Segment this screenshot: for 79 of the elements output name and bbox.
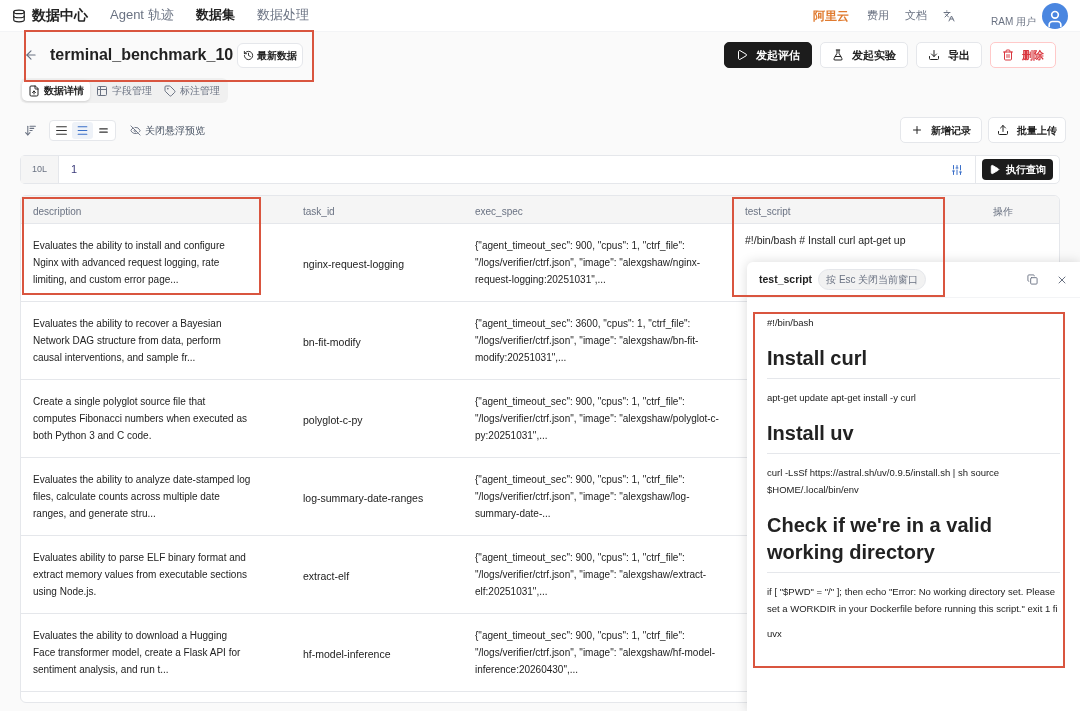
popup-title: test_script [759,271,813,287]
description-cell-text: Evaluates the ability to download a Hugging Face transformer model, create a Flask API for sentiment analysis, and run t... [33,629,242,677]
upload-icon [997,124,1009,136]
description-cell-text: Evaluates the ability to recover a Bayesian Network DAG structure from data, perform causal interventions, and sample fr... [33,317,223,365]
exec-spec-cell-text: {"agent_timeout_sec": 900, "cpus": 1, "ctrf_file": "/logs/verifier/ctrf.json", "image": "alexgshaw/nginx-request-logging:20251031",... [475,239,702,287]
sort-icon[interactable] [24,123,37,137]
script-text: curl -LsSf https://astral.sh/uv/0.9.5/install.sh | sh source $HOME/.local/bin/env [767,466,1001,497]
column-header: 操作 [992,205,1013,217]
run-query-button[interactable]: 执行查询 [982,159,1053,180]
action-button[interactable]: 导出 [916,42,982,68]
upload-button[interactable]: 批量上传 [988,117,1066,143]
brand-title: 数据中心 [32,6,88,25]
script-heading: Check if we're in a valid working directory [767,513,993,565]
column-header: exec_spec [475,205,523,217]
user-icon [1045,8,1065,29]
copy-icon[interactable] [1027,274,1038,285]
exec-spec-cell-text: {"agent_timeout_sec": 900, "cpus": 1, "ctrf_file": "/logs/verifier/ctrf.json", "image": "alexgshaw/log-summary-date-... [475,473,691,521]
exec-spec-cell-text: {"agent_timeout_sec": 900, "cpus": 1, "ctrf_file": "/logs/verifier/ctrf.json", "image": "alexgshaw/extract-elf:20251031",... [475,551,708,599]
back-icon[interactable] [24,48,38,62]
plus-icon [911,124,923,136]
limit-label: 10L [21,156,59,183]
description-cell-text: Evaluates the ability to analyze date-stamped log files, calculate counts across multiple date ranges, and generate stru... [33,473,251,521]
play-icon [736,49,748,61]
script-heading: Install curl [767,346,869,371]
eye-off-icon[interactable] [130,124,141,136]
subtab[interactable]: 数据详情 [22,80,90,101]
add-record-button[interactable]: 新增记录 [900,117,982,143]
test-script-cell-text: #!/bin/bash # Install curl apt-get up [745,233,907,248]
table-icon [96,84,108,97]
database-icon [12,8,26,23]
task-id-cell: hf-model-inference [303,647,391,660]
task-id-cell: log-summary-date-ranges [303,491,424,504]
subtab[interactable]: 标注管理 [158,80,226,101]
script-heading: Install uv [767,421,855,446]
download-icon [928,49,940,61]
avatar[interactable] [1042,2,1068,29]
column-header: description [33,205,82,217]
flask-icon [832,49,844,61]
trash-icon [1002,49,1014,61]
lines-icon [76,123,89,137]
exec-spec-cell-text: {"agent_timeout_sec": 3600, "cpus": 1, "ctrf_file": "/logs/verifier/ctrf.json", "image": "alexgshaw/bn-fit-modify:20251031",... [475,317,700,365]
play-icon [989,164,1000,175]
task-id-cell: nginx-request-logging [303,257,404,270]
nav-link[interactable]: 文档 [905,7,927,24]
exec-spec-cell-text: {"agent_timeout_sec": 900, "cpus": 1, "ctrf_file": "/logs/verifier/ctrf.json", "image": "alexgshaw/polyglot-c-py:20251031",... [475,395,720,443]
column-header: test_script [745,205,791,217]
action-button[interactable]: 发起评估 [724,42,812,68]
subtab[interactable]: 字段管理 [90,80,158,101]
column-header: task_id [303,205,335,217]
esc-hint: 按 Esc 关闭当前窗口 [818,269,927,290]
file-icon [28,84,40,97]
task-id-cell: extract-elf [303,569,350,582]
nav-link[interactable]: 费用 [867,7,889,24]
task-id-cell: polyglot-c-py [303,413,363,426]
action-button[interactable]: 删除 [990,42,1056,68]
task-id-cell: bn-fit-modify [303,335,361,348]
query-editor[interactable]: 1 [59,156,976,183]
nav-tab[interactable]: 数据集 [195,0,235,33]
line-content: 1 [71,162,78,178]
description-cell-text: Create a single polyglot source file that computes Fibonacci numbers when executed as both Python 3 and C code. [33,395,248,443]
sliders-icon[interactable] [951,163,963,176]
lines-icon [55,123,68,137]
action-button[interactable]: 发起实验 [820,42,908,68]
version-button[interactable]: 最新数据 [237,42,304,68]
history-icon [243,49,255,61]
exec-spec-cell-text: {"agent_timeout_sec": 900, "cpus": 1, "ctrf_file": "/logs/verifier/ctrf.json", "image": "alexgshaw/hf-model-inference:20260430",... [475,629,717,677]
script-text: uvx [767,627,783,641]
dataset-title: terminal_benchmark_10 [50,45,234,65]
tag-icon [164,84,176,97]
description-cell-text: Evaluates ability to parse ELF binary format and extract memory values from executable sections using Node.js. [33,551,248,599]
hover-preview-toggle[interactable]: 关闭悬浮预览 [145,122,205,138]
user-name: RAM 用户 [991,15,1036,29]
script-text: #!/bin/bash [767,316,815,330]
language-icon[interactable] [943,9,955,22]
script-text: if [ "$PWD" = "/" ]; then echo "Error: No working directory set. Please set a WORKDIR in your Dockerfile before running this script." exit 1 fi [767,585,1059,616]
description-cell-text: Evaluates the ability to install and configure Nginx with advanced request logging, rate limiting, and custom error page... [33,239,226,287]
nav-tab[interactable]: Agent 轨迹 [110,0,174,33]
nav-tab[interactable]: 数据处理 [256,0,309,33]
script-text: apt-get update apt-get install -y curl [767,391,917,405]
